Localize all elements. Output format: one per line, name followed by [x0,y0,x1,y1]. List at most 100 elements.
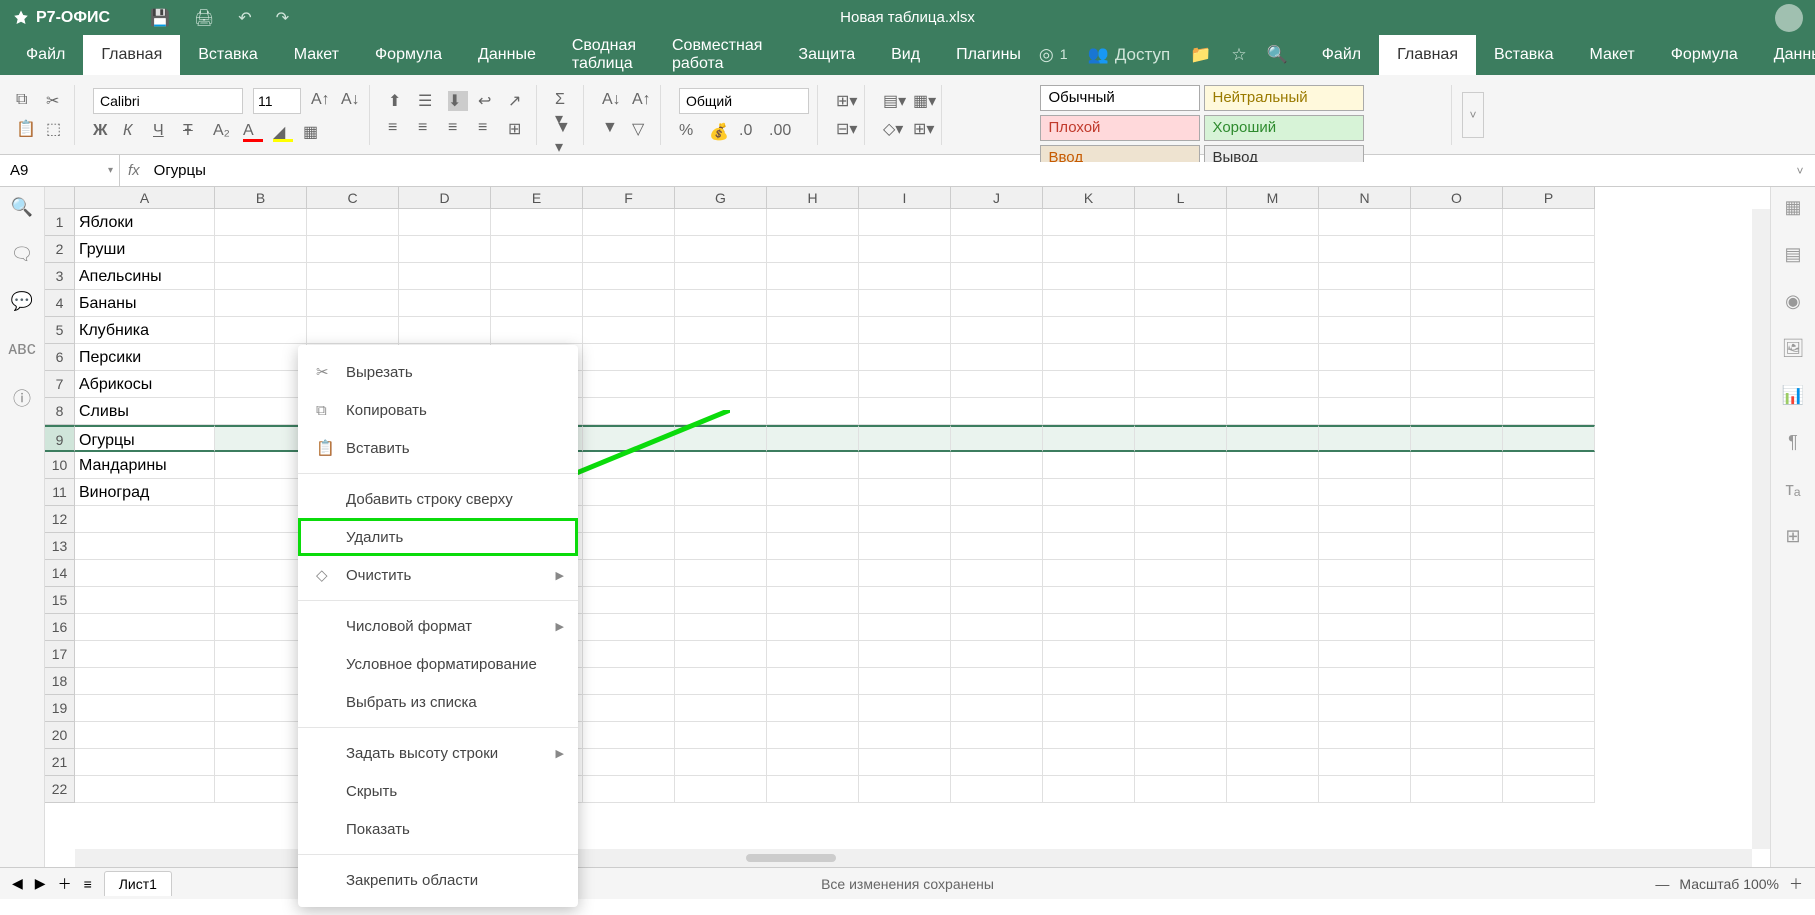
cell[interactable] [1411,776,1503,803]
row-header[interactable]: 7 [45,371,75,398]
cell[interactable] [1411,344,1503,371]
cell[interactable] [215,560,307,587]
cell[interactable] [951,722,1043,749]
cell[interactable] [1043,236,1135,263]
cell[interactable] [859,776,951,803]
cell[interactable] [1503,290,1595,317]
cell-style-button[interactable]: Плохой [1040,115,1200,141]
cell[interactable] [951,371,1043,398]
cell[interactable] [1135,344,1227,371]
cell[interactable] [1411,209,1503,236]
cell[interactable] [1043,587,1135,614]
cell[interactable] [583,425,675,452]
cell[interactable] [767,452,859,479]
cell[interactable] [1227,425,1319,452]
cell[interactable] [951,479,1043,506]
cell-style-button[interactable]: Нейтральный [1204,85,1364,111]
menu-tab[interactable]: Сводная таблица [554,35,654,75]
font-size-select[interactable] [253,88,301,114]
cell[interactable] [1503,614,1595,641]
orientation-icon[interactable]: ↗ [508,91,528,111]
row-header[interactable]: 4 [45,290,75,317]
comments-panel-icon[interactable]: 🗨 [11,244,34,265]
cell[interactable] [767,398,859,425]
sort-asc-icon[interactable]: A↓ [602,91,622,111]
cell[interactable] [951,452,1043,479]
column-header[interactable]: P [1503,187,1595,209]
borders-icon[interactable]: ▦ [303,122,323,142]
cell[interactable] [583,506,675,533]
menu-tab-макет[interactable]: Макет [1571,35,1652,75]
paste-icon[interactable]: 📋 [16,119,36,139]
font-color-icon[interactable]: A [243,122,263,142]
cell[interactable] [1411,614,1503,641]
row-header[interactable]: 17 [45,641,75,668]
cell[interactable] [1043,290,1135,317]
cell[interactable] [675,587,767,614]
cell[interactable] [1319,587,1411,614]
cell[interactable] [767,695,859,722]
cell[interactable] [399,263,491,290]
cell[interactable] [1411,506,1503,533]
cell[interactable] [491,263,583,290]
cell[interactable] [583,614,675,641]
cell[interactable] [583,641,675,668]
cell[interactable] [1411,587,1503,614]
filter-icon[interactable]: ▼ [602,119,622,139]
accounting-icon[interactable]: 💰 [709,122,729,142]
menu-tab[interactable]: Макет [276,35,357,75]
row-header[interactable]: 12 [45,506,75,533]
cell[interactable] [1319,749,1411,776]
cell[interactable] [215,452,307,479]
cell[interactable] [1319,695,1411,722]
cell[interactable] [767,290,859,317]
align-middle-icon[interactable]: ☰ [418,91,438,111]
cell[interactable] [215,209,307,236]
cell[interactable] [951,425,1043,452]
cell[interactable] [859,668,951,695]
cell[interactable] [1135,722,1227,749]
info-panel-icon[interactable]: ⓘ [13,385,31,411]
cell[interactable] [1503,209,1595,236]
italic-icon[interactable]: К [123,122,143,142]
cell[interactable] [859,236,951,263]
align-right-icon[interactable]: ≡ [448,119,468,139]
cell[interactable] [1227,479,1319,506]
cell[interactable] [675,371,767,398]
cell[interactable] [583,398,675,425]
cell[interactable] [951,641,1043,668]
cell[interactable] [1227,614,1319,641]
cell[interactable] [951,263,1043,290]
row-header[interactable]: 3 [45,263,75,290]
align-center-icon[interactable]: ≡ [418,119,438,139]
row-header[interactable]: 11 [45,479,75,506]
cell[interactable] [675,263,767,290]
cell[interactable] [767,587,859,614]
cell[interactable] [767,506,859,533]
menu-tab-главная[interactable]: Главная [1379,35,1476,75]
pivot-settings-icon[interactable]: ⊞ [1785,526,1800,547]
cell[interactable] [1043,668,1135,695]
cell[interactable] [951,587,1043,614]
increase-decimal-icon[interactable]: .00 [769,122,789,142]
cell[interactable] [1411,641,1503,668]
row-header[interactable]: 16 [45,614,75,641]
cell[interactable] [1043,749,1135,776]
cell[interactable] [1135,587,1227,614]
context-menu-item[interactable]: Выбрать из списка [298,683,578,721]
cell[interactable] [675,560,767,587]
wrap-text-icon[interactable]: ↩ [478,91,498,111]
cell[interactable] [1503,425,1595,452]
image-settings-icon[interactable]: 🖼 [1782,338,1805,359]
formula-input[interactable] [148,162,1785,179]
cell[interactable] [859,560,951,587]
format-table-icon[interactable]: ▦▾ [913,91,933,111]
row-header[interactable]: 6 [45,344,75,371]
cell[interactable] [859,695,951,722]
cell[interactable] [675,668,767,695]
cell[interactable] [859,398,951,425]
cell[interactable] [583,344,675,371]
cell[interactable] [859,533,951,560]
cell[interactable] [859,425,951,452]
context-menu-item[interactable]: Закрепить области [298,861,578,899]
